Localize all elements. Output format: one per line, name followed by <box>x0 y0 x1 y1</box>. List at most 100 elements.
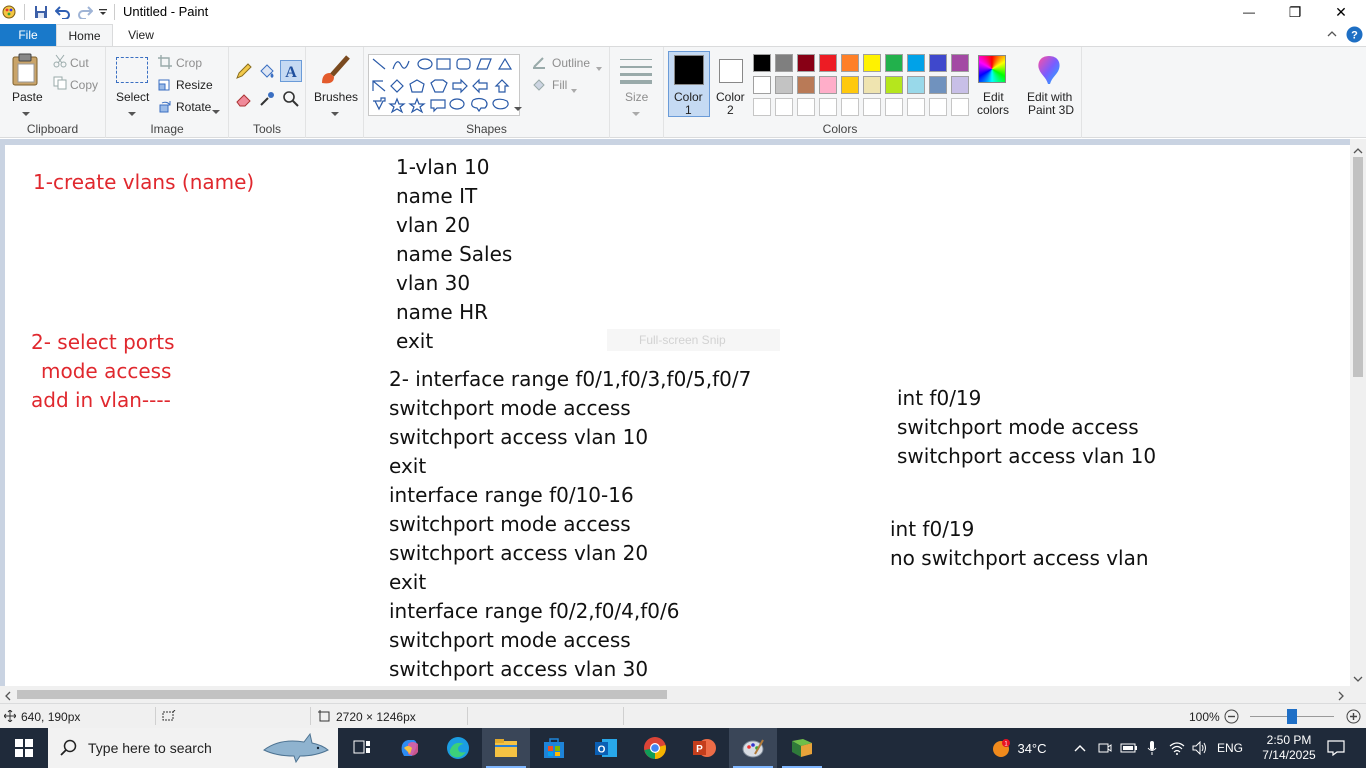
customize-qa-icon[interactable] <box>96 4 110 20</box>
palette-color-swatch[interactable] <box>753 76 771 94</box>
custom-color-slot[interactable] <box>797 98 815 116</box>
custom-color-slot[interactable] <box>907 98 925 116</box>
palette-color-swatch[interactable] <box>951 76 969 94</box>
palette-color-swatch[interactable] <box>819 54 837 72</box>
outline-button[interactable]: Outline <box>552 56 590 70</box>
task-view-button[interactable] <box>338 728 386 768</box>
palette-color-swatch[interactable] <box>841 76 859 94</box>
edge-button[interactable] <box>434 728 482 768</box>
edit-colors-button[interactable]: Edit <box>983 90 1004 104</box>
zoom-out-button[interactable] <box>1224 709 1239 724</box>
shapes-scroll-icon[interactable] <box>514 103 522 115</box>
palette-color-swatch[interactable] <box>907 76 925 94</box>
custom-color-slot[interactable] <box>885 98 903 116</box>
select-button[interactable]: Select <box>116 90 149 104</box>
palette-color-swatch[interactable] <box>775 76 793 94</box>
fill-bucket-icon[interactable] <box>258 62 276 80</box>
custom-color-slot[interactable] <box>929 98 947 116</box>
redo-icon[interactable] <box>76 4 94 20</box>
paste-dropdown-icon[interactable] <box>22 106 30 116</box>
scroll-down-icon[interactable] <box>1353 672 1363 682</box>
battery-icon[interactable] <box>1119 728 1139 768</box>
copy-button[interactable]: Copy <box>70 78 98 92</box>
shapes-gallery[interactable] <box>368 54 520 116</box>
palette-color-swatch[interactable] <box>863 54 881 72</box>
brushes-button[interactable]: Brushes <box>314 90 358 104</box>
start-button[interactable] <box>0 728 48 768</box>
language-indicator[interactable]: ENG <box>1214 728 1246 768</box>
paint-app-icon[interactable] <box>0 4 18 20</box>
text-tool-icon[interactable]: A <box>280 60 302 82</box>
fill-dropdown-icon[interactable] <box>571 82 577 93</box>
save-icon[interactable] <box>32 4 50 20</box>
edit-with-paint3d-button[interactable]: Edit with <box>1027 90 1072 104</box>
palette-color-swatch[interactable] <box>775 54 793 72</box>
notifications-button[interactable] <box>1318 728 1354 768</box>
microphone-icon[interactable] <box>1143 728 1161 768</box>
cut-button[interactable]: Cut <box>70 56 89 70</box>
help-icon[interactable]: ? <box>1346 26 1364 44</box>
outlook-button[interactable]: O <box>582 728 630 768</box>
maximize-button[interactable]: ❐ <box>1272 0 1318 24</box>
select-icon[interactable] <box>116 57 148 83</box>
tab-home[interactable]: Home <box>56 24 113 47</box>
show-hidden-icons-button[interactable] <box>1070 728 1090 768</box>
taskbar-search-box[interactable]: Type here to search <box>48 728 338 768</box>
undo-icon[interactable] <box>54 4 72 20</box>
color2-swatch[interactable] <box>719 59 743 83</box>
eraser-icon[interactable] <box>235 90 253 108</box>
powerpoint-button[interactable]: P <box>680 728 728 768</box>
palette-color-swatch[interactable] <box>885 54 903 72</box>
zoom-slider-thumb[interactable] <box>1287 709 1297 724</box>
vertical-scroll-thumb[interactable] <box>1353 157 1363 377</box>
crop-button[interactable]: Crop <box>176 56 202 70</box>
size-icon[interactable] <box>620 57 652 85</box>
custom-color-slot[interactable] <box>841 98 859 116</box>
vertical-scrollbar[interactable] <box>1350 139 1366 686</box>
zoom-slider[interactable] <box>1250 709 1334 724</box>
size-dropdown-icon[interactable] <box>632 106 640 116</box>
paste-icon[interactable] <box>10 53 42 87</box>
brushes-icon[interactable] <box>318 53 352 87</box>
edit-colors-icon[interactable] <box>978 55 1006 83</box>
resize-button[interactable]: Resize <box>176 78 213 92</box>
custom-color-slot[interactable] <box>775 98 793 116</box>
custom-color-slot[interactable] <box>753 98 771 116</box>
microsoft-store-button[interactable] <box>530 728 578 768</box>
outline-dropdown-icon[interactable] <box>596 60 602 71</box>
custom-color-slot[interactable] <box>819 98 837 116</box>
size-button[interactable]: Size <box>625 90 648 104</box>
palette-color-swatch[interactable] <box>797 76 815 94</box>
palette-color-swatch[interactable] <box>753 54 771 72</box>
horizontal-scrollbar[interactable] <box>0 686 1350 703</box>
pencil-icon[interactable] <box>235 62 253 80</box>
palette-color-swatch[interactable] <box>907 54 925 72</box>
meet-now-icon[interactable] <box>1096 728 1114 768</box>
paint3d-icon[interactable] <box>1036 55 1062 85</box>
scroll-right-icon[interactable] <box>1337 690 1345 701</box>
chrome-button[interactable] <box>631 728 679 768</box>
weather-widget[interactable]: 1 34°C <box>984 728 1054 768</box>
palette-color-swatch[interactable] <box>951 54 969 72</box>
palette-color-swatch[interactable] <box>863 76 881 94</box>
clock[interactable]: 2:50 PM 7/14/2025 <box>1252 728 1326 768</box>
close-button[interactable]: ✕ <box>1318 0 1364 24</box>
scroll-left-icon[interactable] <box>4 690 12 701</box>
color-picker-icon[interactable] <box>258 90 276 108</box>
fill-button[interactable]: Fill <box>552 78 567 92</box>
drawing-canvas[interactable]: 1-create vlans (name) 2- select ports mo… <box>5 145 1350 686</box>
palette-color-swatch[interactable] <box>885 76 903 94</box>
tab-view[interactable]: View <box>113 24 169 46</box>
custom-color-slot[interactable] <box>863 98 881 116</box>
collapse-ribbon-icon[interactable] <box>1326 28 1340 42</box>
copilot-button[interactable] <box>386 728 434 768</box>
paint-taskbar-button[interactable] <box>729 728 777 768</box>
file-explorer-button[interactable] <box>482 728 530 768</box>
rotate-button[interactable]: Rotate <box>176 100 211 114</box>
wifi-icon[interactable] <box>1167 728 1187 768</box>
magnifier-icon[interactable] <box>282 90 300 108</box>
palette-color-swatch[interactable] <box>929 54 947 72</box>
select-dropdown-icon[interactable] <box>128 106 136 116</box>
palette-color-swatch[interactable] <box>929 76 947 94</box>
paste-button[interactable]: Paste <box>12 90 43 104</box>
